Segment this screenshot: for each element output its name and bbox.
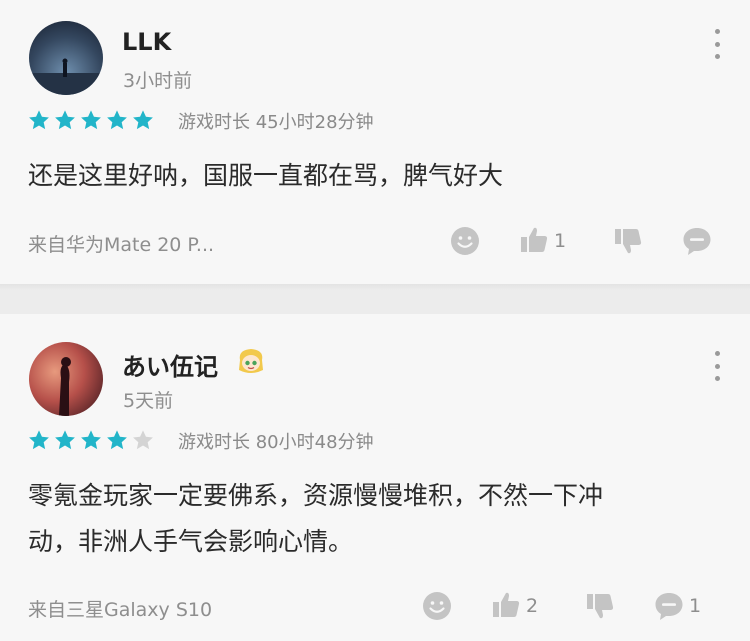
post-time: 3小时前 (123, 70, 193, 92)
more-options-icon[interactable] (713, 351, 721, 381)
star-icon (29, 110, 49, 130)
play-duration: 游戏时长 45小时28分钟 (178, 112, 374, 133)
review-text-line: 动，非洲人手气会影响心情。 (28, 527, 354, 556)
username[interactable]: LLK (122, 28, 171, 56)
card-divider (0, 284, 750, 290)
star-icon (81, 110, 101, 130)
star-icon (55, 110, 75, 130)
post-time: 5天前 (123, 390, 174, 412)
username[interactable]: あい伍记 (122, 347, 218, 382)
star-icon (29, 430, 49, 450)
rating-stars (28, 429, 154, 451)
star-icon-empty (133, 430, 153, 450)
star-icon (55, 430, 75, 450)
device-label: 来自三星Galaxy S10 (28, 599, 213, 621)
badge-icon (239, 349, 263, 373)
comment-count: 1 (689, 595, 702, 617)
review-text: 还是这里好呐，国服一直都在骂，脾气好大 (28, 161, 504, 190)
thumbs-down-icon[interactable] (585, 591, 615, 621)
star-icon (133, 110, 153, 130)
star-icon (107, 430, 127, 450)
review-text-line: 零氪金玩家一定要佛系，资源慢慢堆积，不然一下冲 (28, 481, 604, 510)
avatar[interactable] (29, 21, 103, 95)
like-count: 2 (526, 595, 539, 617)
star-icon (81, 430, 101, 450)
rating-stars (28, 109, 154, 131)
review-text: 零氪金玩家一定要佛系，资源慢慢堆积，不然一下冲 动，非洲人手气会影响心情。 (28, 473, 728, 565)
review-card: あい伍记 5天前 游戏时长 80小时48分钟 零氪金玩家一定要佛系，资源慢慢堆积… (0, 314, 750, 641)
play-duration: 游戏时长 80小时48分钟 (178, 432, 374, 453)
star-icon (107, 110, 127, 130)
thumbs-up-icon[interactable] (491, 590, 521, 620)
device-label: 来自华为Mate 20 P... (28, 234, 215, 256)
emoji-icon[interactable] (422, 591, 452, 621)
comment-icon[interactable] (682, 226, 712, 256)
review-card: LLK 3小时前 游戏时长 45小时28分钟 还是这里好呐，国服一直都在骂，脾气… (0, 0, 750, 284)
avatar[interactable] (29, 342, 103, 416)
emoji-icon[interactable] (450, 226, 480, 256)
like-count: 1 (554, 230, 567, 252)
more-options-icon[interactable] (713, 29, 721, 59)
thumbs-up-icon[interactable] (519, 225, 549, 255)
comment-icon[interactable] (654, 591, 684, 621)
thumbs-down-icon[interactable] (613, 226, 643, 256)
